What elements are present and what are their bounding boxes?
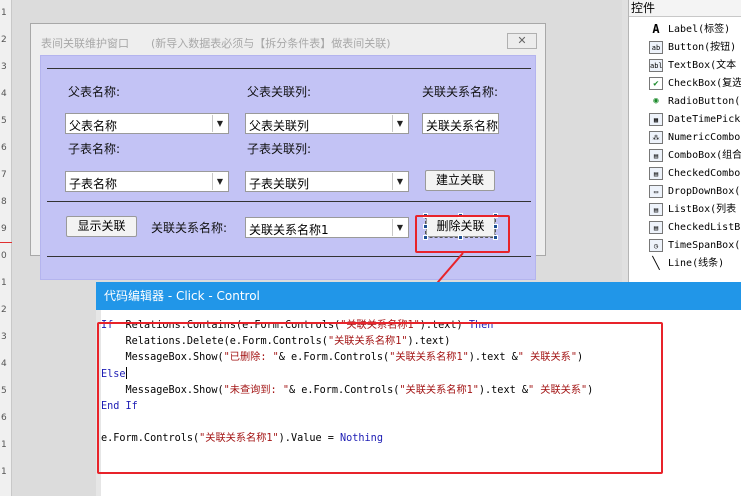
toolbox-item-label: DateTimePick <box>668 114 741 125</box>
timespan-icon: ◷ <box>649 239 663 252</box>
checkbox-icon: ✔ <box>649 77 663 90</box>
toolbox-item[interactable]: abl TextBox(文本 <box>649 57 741 74</box>
radio-icon: ◉ <box>653 96 659 106</box>
toolbox-item-label: Line(线条) <box>668 258 725 269</box>
toolbox-item-label: TextBox(文本 <box>668 60 737 71</box>
toolbox-item-label: ListBox(列表 <box>668 204 737 215</box>
toolbox-item[interactable]: A Label(标签) <box>649 21 741 38</box>
toolbox-item-label: ComboBox(组合 <box>668 150 741 161</box>
listbox-icon: ▤ <box>649 203 663 216</box>
label-icon: A <box>652 22 660 36</box>
datetime-icon: ▦ <box>649 113 663 126</box>
combobox-icon: ▤ <box>649 149 663 162</box>
textbox-icon: abl <box>649 59 663 72</box>
toolbox-item[interactable]: ▤ CheckedCombo <box>649 165 741 182</box>
toolbox-item-label: Button(按钮) <box>668 42 737 53</box>
dropdownbox-icon: ▭ <box>649 185 663 198</box>
toolbox-item-label: TimeSpanBox( <box>668 240 741 251</box>
toolbox-item[interactable]: ◉ RadioButton( <box>649 93 741 110</box>
toolbox-item[interactable]: ▤ ListBox(列表 <box>649 201 741 218</box>
toolbox-item-label: RadioButton( <box>668 96 741 107</box>
button-icon: ab <box>649 41 663 54</box>
code-highlight-box <box>97 322 663 474</box>
toolbox-item[interactable]: ✔ CheckBox(复选 <box>649 75 741 92</box>
line-icon: ╲ <box>652 256 660 270</box>
checkedlist-icon: ▤ <box>649 221 663 234</box>
toolbox-item-label: Label(标签) <box>668 24 731 35</box>
toolbox-title: 控件 <box>629 0 741 17</box>
toolbox-item[interactable]: ╲ Line(线条) <box>649 255 741 272</box>
numeric-icon: ⁂ <box>649 131 663 144</box>
toolbox-item[interactable]: ▦ DateTimePick <box>649 111 741 128</box>
code-editor-title: 代码编辑器 - Click - Control <box>96 282 741 310</box>
toolbox-panel: 控件 A Label(标签) ab Button(按钮) abl TextBox(文本 ✔ C… <box>628 0 741 282</box>
toolbox-item-label: NumericCombo <box>668 132 741 143</box>
toolbox-item[interactable]: ▤ ComboBox(组合 <box>649 147 741 164</box>
toolbox-item[interactable]: ab Button(按钮) <box>649 39 741 56</box>
toolbox-item-label: CheckedCombo <box>668 168 741 179</box>
toolbox-item[interactable]: ▭ DropDownBox( <box>649 183 741 200</box>
toolbox-item[interactable]: ⁂ NumericCombo <box>649 129 741 146</box>
toolbox-item-label: DropDownBox( <box>668 186 741 197</box>
toolbox-item-label: CheckBox(复选 <box>668 78 741 89</box>
checkedcombo-icon: ▤ <box>649 167 663 180</box>
toolbox-item[interactable]: ▤ CheckedListB <box>649 219 741 236</box>
toolbox-item[interactable]: ◷ TimeSpanBox( <box>649 237 741 254</box>
toolbox-item-label: CheckedListB <box>668 222 741 233</box>
